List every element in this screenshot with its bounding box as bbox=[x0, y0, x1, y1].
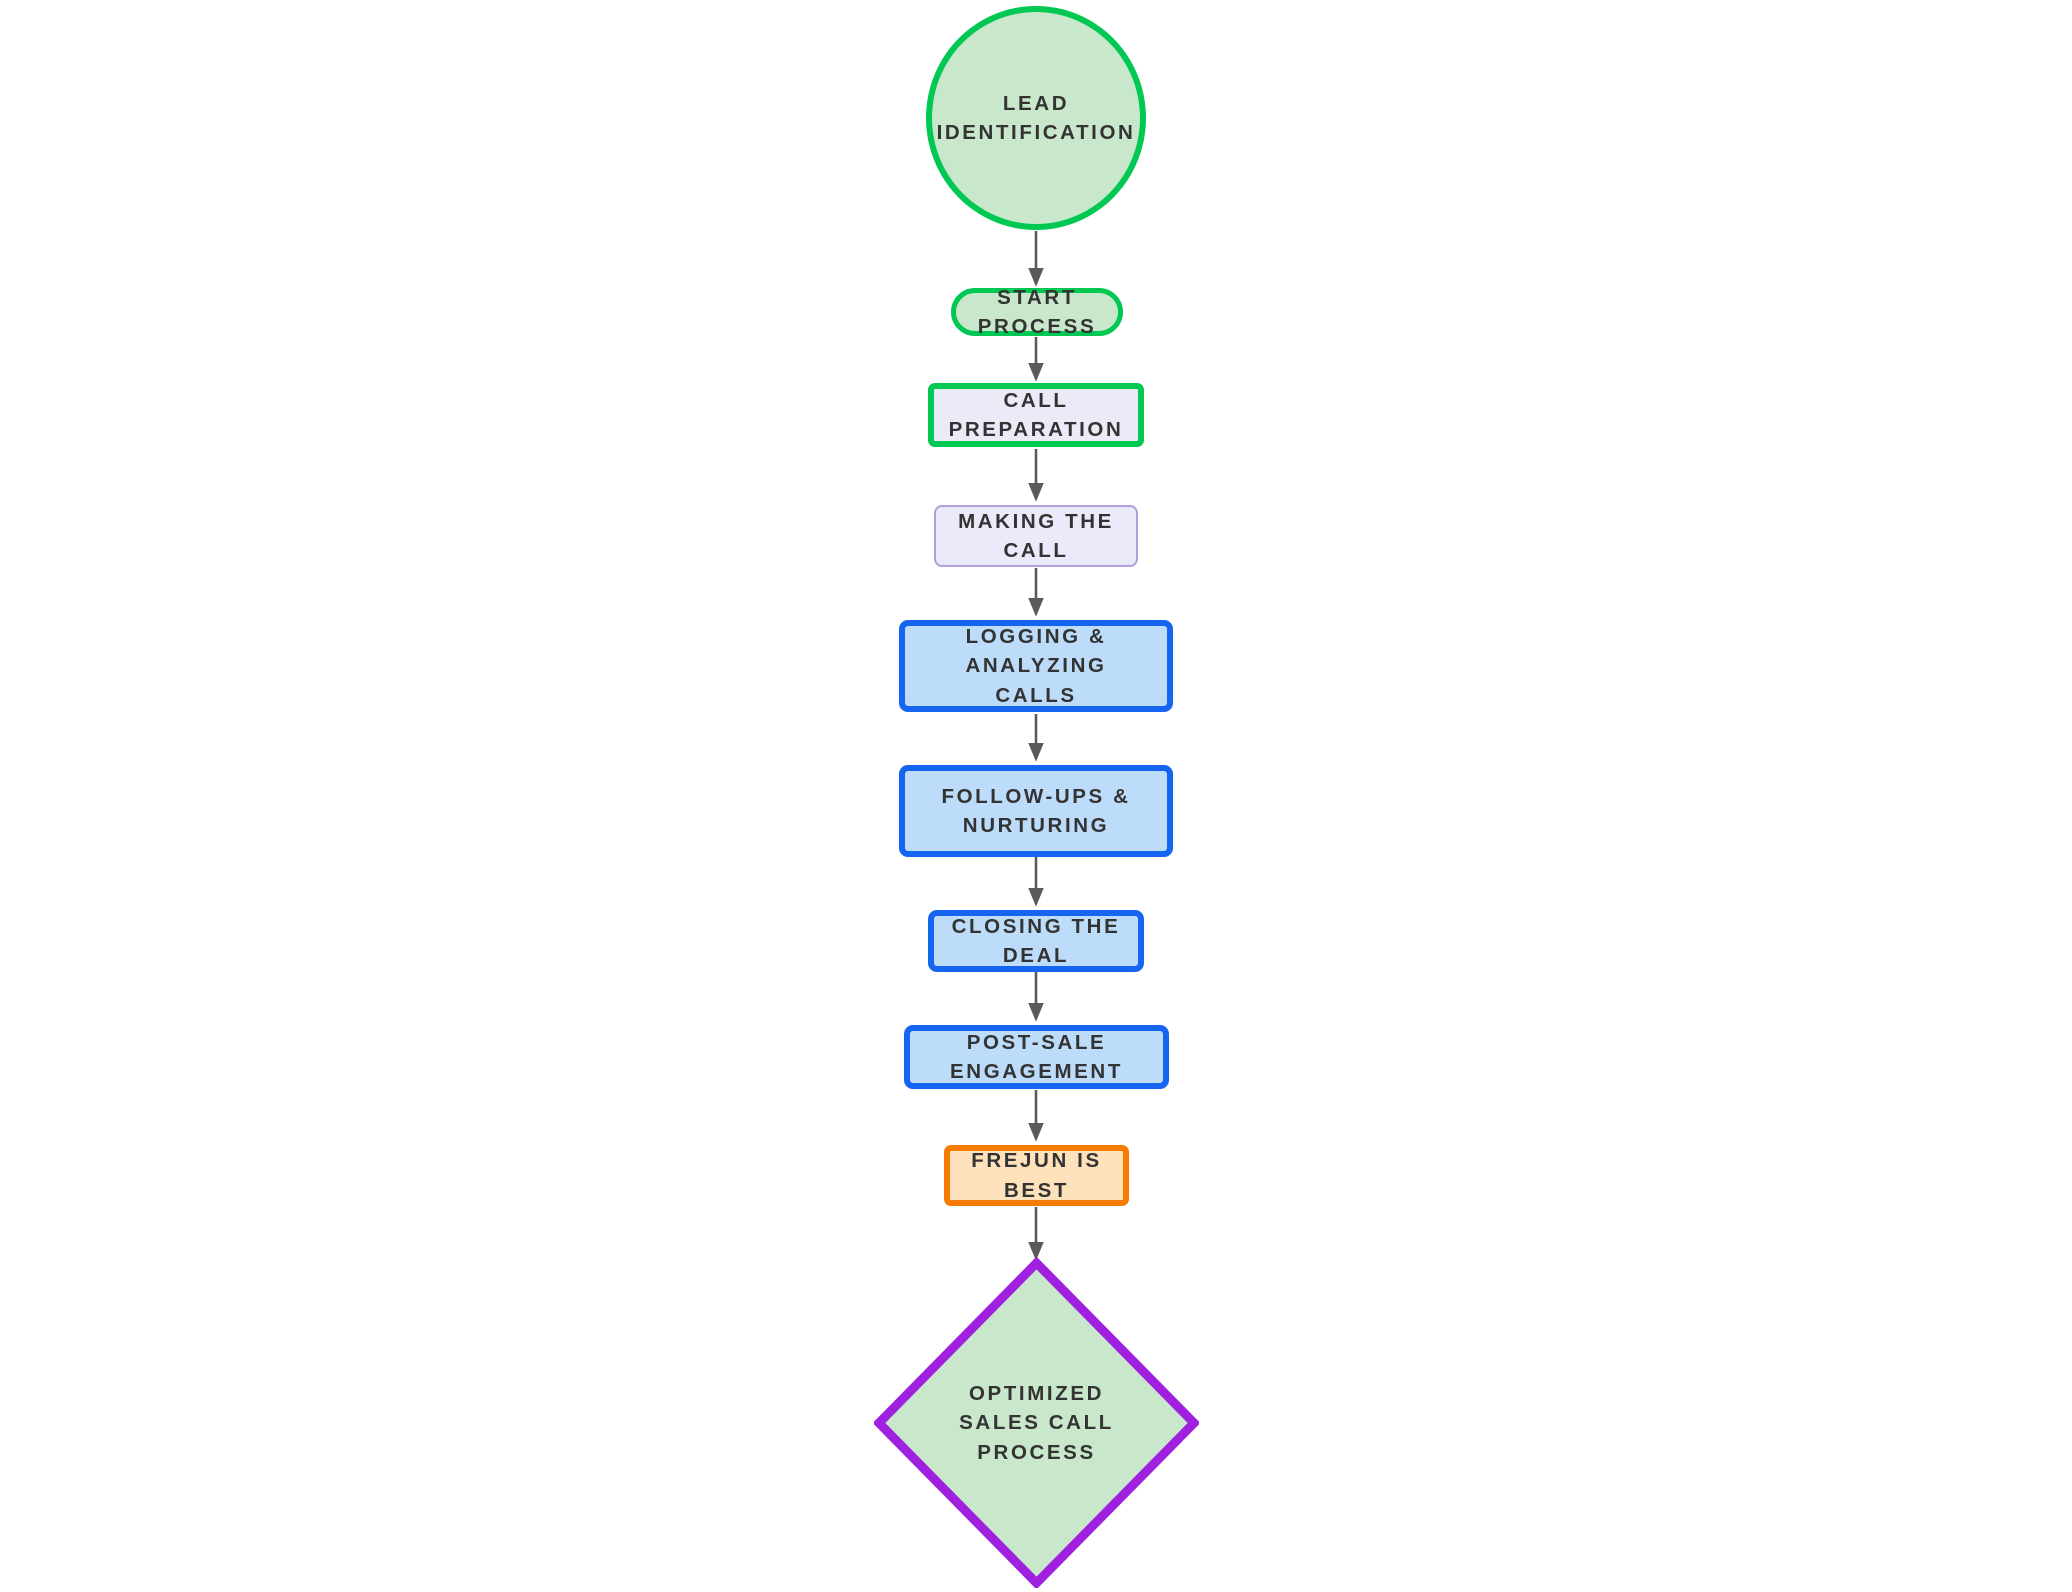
node-follow-ups-nurturing[interactable]: Follow-ups & Nurturing bbox=[899, 765, 1173, 857]
node-optimized-sales-call-process[interactable]: Optimized Sales Call Process bbox=[874, 1258, 1199, 1588]
node-frejun-is-best[interactable]: Frejun is Best bbox=[944, 1145, 1129, 1206]
node-closing-the-deal[interactable]: Closing the Deal bbox=[928, 910, 1144, 972]
node-follow-ups-nurturing-label: Follow-ups & Nurturing bbox=[941, 784, 1131, 837]
node-closing-the-deal-label: Closing the Deal bbox=[951, 914, 1121, 967]
flowchart-canvas: Lead Identification Start Process Call P… bbox=[0, 0, 2072, 1592]
node-logging-analyzing-calls-label: Logging & Analyzing Calls bbox=[965, 625, 1107, 707]
node-start-process-label: Start Process bbox=[977, 285, 1097, 338]
diamond-text-wrap: Optimized Sales Call Process bbox=[874, 1258, 1199, 1588]
node-post-sale-engagement[interactable]: Post-Sale Engagement bbox=[904, 1025, 1169, 1089]
node-optimized-sales-call-process-label: Optimized Sales Call Process bbox=[959, 1382, 1114, 1464]
node-call-preparation[interactable]: Call Preparation bbox=[928, 383, 1144, 447]
node-lead-identification-label: Lead Identification bbox=[936, 91, 1136, 144]
node-lead-identification[interactable]: Lead Identification bbox=[926, 6, 1146, 230]
node-frejun-is-best-label: Frejun is Best bbox=[971, 1149, 1102, 1202]
node-logging-analyzing-calls[interactable]: Logging & Analyzing Calls bbox=[899, 620, 1173, 712]
node-call-preparation-label: Call Preparation bbox=[948, 388, 1124, 441]
node-start-process[interactable]: Start Process bbox=[951, 286, 1123, 338]
node-making-the-call-label: Making the Call bbox=[958, 509, 1114, 562]
node-making-the-call[interactable]: Making the Call bbox=[934, 505, 1138, 567]
node-post-sale-engagement-label: Post-Sale Engagement bbox=[950, 1030, 1123, 1083]
